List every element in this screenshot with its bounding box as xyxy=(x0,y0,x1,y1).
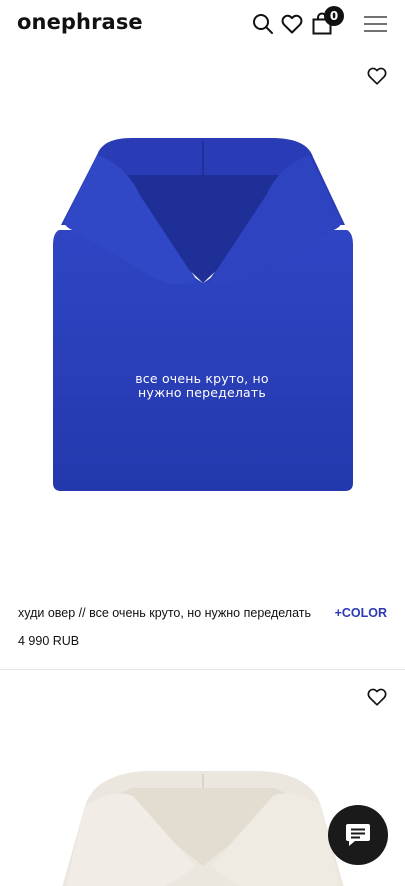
print-line-2: нужно переделать xyxy=(138,385,266,400)
menu-icon[interactable] xyxy=(363,12,388,36)
product-price: 4 990 RUB xyxy=(18,634,80,648)
product-image[interactable] xyxy=(45,135,361,495)
product-image[interactable] xyxy=(45,766,361,886)
product-card[interactable]: все очень круто, но нужно переделать худ… xyxy=(0,50,405,670)
chat-icon xyxy=(346,824,370,846)
favorite-heart-icon[interactable] xyxy=(366,686,388,708)
heart-icon[interactable] xyxy=(280,12,304,36)
chat-button[interactable] xyxy=(328,805,388,865)
search-icon[interactable] xyxy=(251,12,275,36)
color-options-link[interactable]: +COLOR xyxy=(335,606,387,620)
garment-print-text: все очень круто, но нужно переделать xyxy=(52,372,352,400)
site-header: onephrase 0 xyxy=(0,0,405,50)
product-name[interactable]: худи овер // все очень круто, но нужно п… xyxy=(18,606,311,620)
favorite-heart-icon[interactable] xyxy=(366,65,388,87)
print-line-1: все очень круто, но xyxy=(135,371,269,386)
logo[interactable]: onephrase xyxy=(17,10,143,34)
cart-count-badge: 0 xyxy=(324,6,344,26)
